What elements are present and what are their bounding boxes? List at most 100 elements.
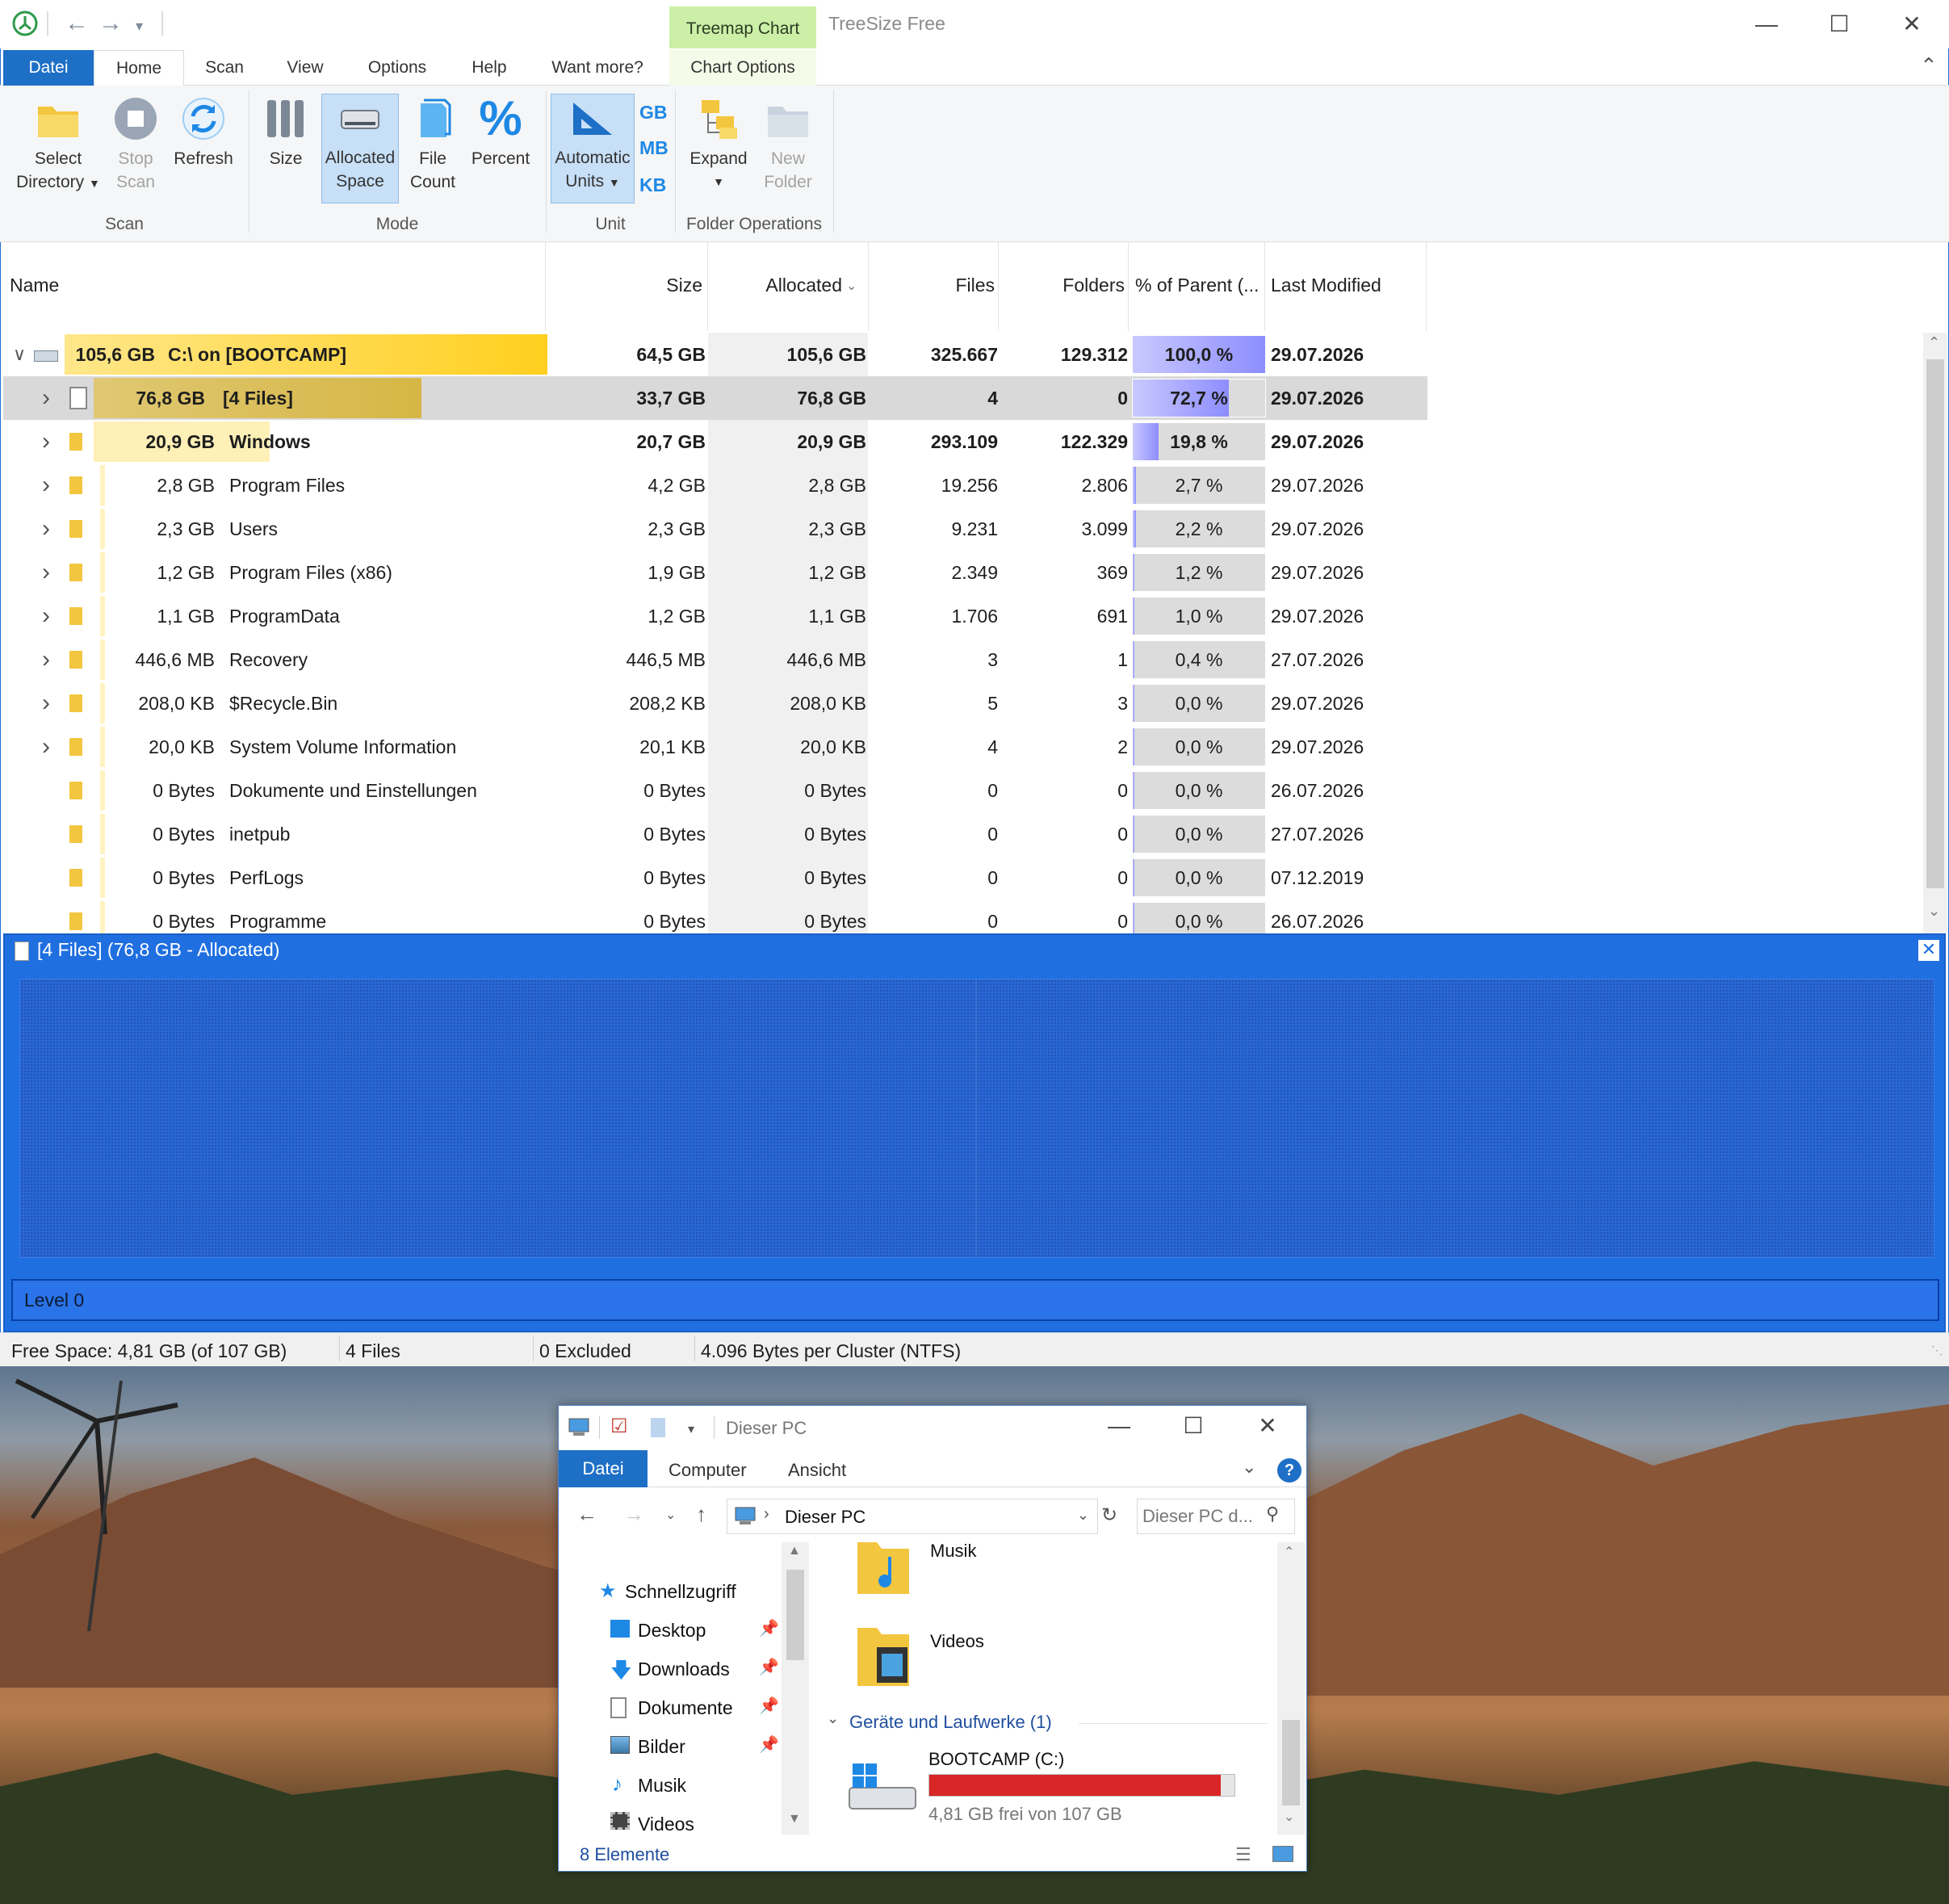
pin-icon[interactable]: 📌 (759, 1657, 779, 1677)
column-header-last-modified[interactable]: Last Modified (1271, 275, 1381, 296)
column-header-allocated[interactable]: Allocated (708, 275, 842, 296)
scroll-up-icon[interactable]: ⌃ (1928, 334, 1940, 351)
size-mode-button[interactable]: Size (260, 95, 312, 170)
table-row[interactable]: 0 Bytes Dokumente und Einstellungen 0 Byte… (3, 769, 1427, 812)
nav-scroll-thumb[interactable] (786, 1570, 804, 1660)
explorer-maximize-button[interactable]: ☐ (1169, 1410, 1218, 1442)
close-button[interactable]: ✕ (1888, 8, 1936, 40)
tab-help[interactable]: Help (459, 50, 520, 86)
table-row[interactable]: › 20,0 KB System Volume Information 20,1 KB… (3, 725, 1427, 769)
content-scroll-up-icon[interactable]: ⌃ (1284, 1544, 1294, 1560)
table-row[interactable]: 0 Bytes inetpub 0 Bytes 0 Bytes 0 0 0,0 % 27.07… (3, 812, 1427, 856)
allocated-space-button[interactable]: Allocated Space (321, 94, 399, 203)
section-devices-drives[interactable]: Geräte und Laufwerke (1) (849, 1712, 1052, 1733)
large-icons-view-icon[interactable] (1272, 1846, 1293, 1862)
up-arrow-icon[interactable]: ↑ (696, 1502, 706, 1527)
properties-check-icon[interactable]: ☑ (610, 1415, 628, 1438)
expand-chevron-icon[interactable]: › (42, 551, 50, 594)
section-collapse-icon[interactable]: ⌄ (827, 1710, 839, 1727)
qa-dropdown-icon[interactable]: ▾ (688, 1421, 694, 1437)
expand-button[interactable]: Expand ▼ (685, 95, 752, 194)
recent-locations-icon[interactable]: ⌄ (665, 1507, 676, 1523)
drive-name[interactable]: BOOTCAMP (C:) (928, 1749, 1064, 1770)
pin-icon[interactable]: 📌 (759, 1696, 779, 1716)
tab-chart-options[interactable]: Chart Options (669, 50, 816, 86)
column-header-files[interactable]: Files (869, 275, 995, 296)
resize-grip-icon[interactable]: ⋱ (1931, 1344, 1943, 1357)
file-count-button[interactable]: File Count (407, 95, 459, 194)
stop-scan-button[interactable]: Stop Scan (110, 95, 161, 194)
nav-scroll-up-icon[interactable]: ▲ (788, 1544, 801, 1558)
help-icon[interactable]: ? (1277, 1458, 1301, 1483)
table-row[interactable]: ∨ 105,6 GB C:\ on [BOOTCAMP] 64,5 GB 105,6 G… (3, 333, 1427, 376)
unit-kb-button[interactable]: KB (639, 174, 666, 196)
tab-options[interactable]: Options (355, 50, 439, 86)
new-folder-qa-icon[interactable] (651, 1418, 665, 1437)
nav-dokumente[interactable]: Dokumente (638, 1697, 733, 1719)
table-row[interactable]: › 446,6 MB Recovery 446,5 MB 446,6 MB 3 1 0,4 %… (3, 638, 1427, 681)
expand-chevron-icon[interactable]: › (42, 638, 50, 681)
scroll-down-icon[interactable]: ⌄ (1928, 903, 1940, 920)
treemap-level-indicator[interactable]: Level 0 (11, 1279, 1939, 1321)
tab-view[interactable]: View (275, 50, 336, 86)
tab-want-more[interactable]: Want more? (539, 50, 656, 86)
expand-chevron-icon[interactable]: › (42, 507, 50, 551)
table-row[interactable]: › 208,0 KB $Recycle.Bin 208,2 KB 208,0 KB 5 3 0… (3, 681, 1427, 725)
nav-downloads[interactable]: Downloads (638, 1659, 730, 1680)
content-scroll-thumb[interactable] (1282, 1720, 1300, 1805)
forward-arrow-icon[interactable]: → (98, 10, 123, 37)
explorer-tab-computer[interactable]: Computer (669, 1460, 747, 1481)
column-header-size[interactable]: Size (546, 275, 702, 296)
nav-scroll-down-icon[interactable]: ▼ (788, 1812, 801, 1826)
explorer-back-icon[interactable]: ← (576, 1502, 597, 1527)
treemap-area[interactable] (19, 979, 1934, 1258)
table-row[interactable]: › 2,3 GB Users 2,3 GB 2,3 GB 9.231 3.099 2,2 % 2… (3, 507, 1427, 551)
explorer-minimize-button[interactable]: — (1095, 1410, 1143, 1442)
tab-datei[interactable]: Datei (3, 50, 94, 86)
treemap-close-button[interactable]: ✕ (1918, 940, 1939, 961)
column-header-name[interactable]: Name (10, 275, 59, 296)
tab-scan[interactable]: Scan (194, 50, 255, 86)
address-bar[interactable] (727, 1499, 1098, 1534)
expand-chevron-icon[interactable]: › (42, 594, 50, 638)
automatic-units-button[interactable]: Automatic Units ▼ (551, 94, 635, 203)
maximize-button[interactable]: ☐ (1815, 8, 1863, 40)
nav-bilder[interactable]: Bilder (638, 1736, 685, 1758)
details-view-icon[interactable]: ☰ (1235, 1844, 1251, 1865)
nav-desktop[interactable]: Desktop (638, 1620, 706, 1642)
collapse-ribbon-icon[interactable]: ⌃ (1920, 53, 1938, 78)
nav-musik[interactable]: Musik (638, 1775, 686, 1797)
qa-customize-icon[interactable]: ▾ (136, 18, 143, 35)
expand-chevron-icon[interactable]: › (42, 725, 50, 769)
table-row[interactable]: › 76,8 GB [4 Files] 33,7 GB 76,8 GB 4 0 72,7 % 2… (3, 376, 1427, 420)
table-row[interactable]: › 1,2 GB Program Files (x86) 1,9 GB 1,2 GB 2.… (3, 551, 1427, 594)
explorer-ribbon-expand-icon[interactable]: ⌄ (1242, 1457, 1256, 1478)
column-header-folders[interactable]: Folders (999, 275, 1125, 296)
expand-chevron-icon[interactable]: › (42, 463, 50, 507)
column-header-percent[interactable]: % of Parent (... (1135, 275, 1259, 296)
table-row[interactable]: 0 Bytes PerfLogs 0 Bytes 0 Bytes 0 0 0,0 % 07.1… (3, 856, 1427, 900)
table-row[interactable]: › 2,8 GB Program Files 4,2 GB 2,8 GB 19.256 2.… (3, 463, 1427, 507)
address-refresh-icon[interactable]: ↻ (1101, 1503, 1117, 1527)
pin-icon[interactable]: 📌 (759, 1618, 779, 1638)
explorer-tab-datei[interactable]: Datei (559, 1450, 648, 1487)
select-directory-button[interactable]: Select Directory ▼ (10, 95, 107, 195)
table-row[interactable]: › 20,9 GB Windows 20,7 GB 20,9 GB 293.109 122.… (3, 420, 1427, 463)
pin-icon[interactable]: 📌 (759, 1734, 779, 1755)
back-arrow-icon[interactable]: ← (65, 10, 89, 37)
nav-videos[interactable]: Videos (638, 1814, 694, 1835)
folder-videos-label[interactable]: Videos (930, 1631, 984, 1652)
refresh-button[interactable]: Refresh (171, 95, 236, 170)
address-dropdown-icon[interactable]: ⌄ (1077, 1507, 1089, 1524)
explorer-forward-icon[interactable]: → (623, 1502, 644, 1527)
scrollbar-thumb[interactable] (1926, 359, 1944, 888)
new-folder-button[interactable]: New Folder (759, 95, 817, 194)
percent-button[interactable]: % Percent (468, 94, 533, 170)
nav-quick-access[interactable]: Schnellzugriff (625, 1581, 736, 1603)
table-row[interactable]: › 1,1 GB ProgramData 1,2 GB 1,1 GB 1.706 691 1,… (3, 594, 1427, 638)
content-scroll-down-icon[interactable]: ⌄ (1284, 1809, 1294, 1825)
expand-chevron-icon[interactable]: › (42, 420, 50, 463)
collapse-chevron-icon[interactable]: ∨ (13, 333, 26, 376)
expand-chevron-icon[interactable]: › (42, 376, 50, 420)
minimize-button[interactable]: — (1742, 8, 1791, 40)
